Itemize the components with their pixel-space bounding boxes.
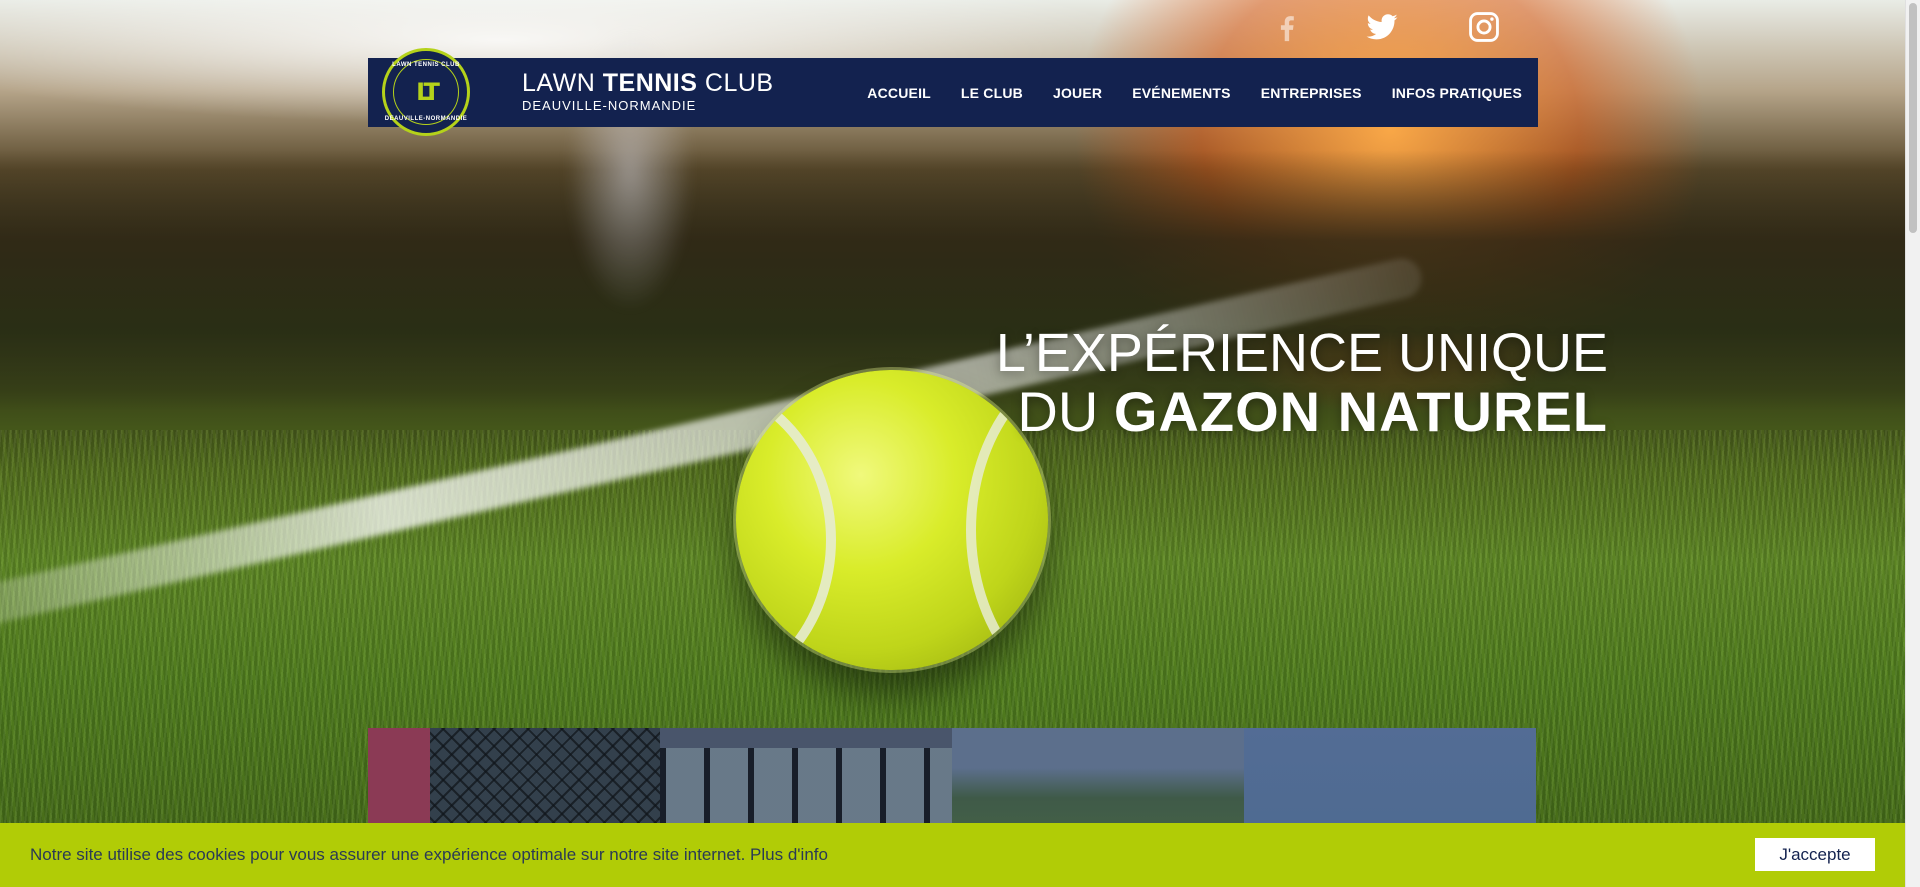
cookie-accept-button[interactable]: J'accepte xyxy=(1755,838,1875,871)
brand-bold: TENNIS xyxy=(602,69,698,97)
cookie-more-info-link[interactable]: Plus d'info xyxy=(750,845,828,864)
logo-monogram: LT xyxy=(416,78,440,106)
instagram-icon xyxy=(1469,12,1499,42)
nav-le-club[interactable]: LE CLUB xyxy=(961,85,1023,101)
headline-line-2: DU GAZON NATUREL xyxy=(996,382,1608,442)
club-logo[interactable]: LAWN TENNIS CLUB LT DEAUVILLE-NORMANDIE xyxy=(382,48,470,136)
logo-ring-top-text: LAWN TENNIS CLUB xyxy=(392,62,460,68)
cookie-message: Notre site utilise des cookies pour vous… xyxy=(30,845,828,865)
headline-line-2-thin: DU xyxy=(1017,380,1114,443)
twitter-icon xyxy=(1366,14,1398,40)
nav-accueil[interactable]: ACCUEIL xyxy=(867,85,931,101)
page-scrollbar[interactable] xyxy=(1905,0,1920,887)
nav-infos-pratiques[interactable]: INFOS PRATIQUES xyxy=(1392,85,1522,101)
brand-prefix: LAWN xyxy=(522,69,603,97)
twitter-link[interactable] xyxy=(1365,10,1405,50)
nav-evenements[interactable]: EVÉNEMENTS xyxy=(1132,85,1230,101)
instagram-link[interactable] xyxy=(1467,10,1507,50)
headline-line-1: L’EXPÉRIENCE UNIQUE xyxy=(995,323,1608,383)
cookie-banner: Notre site utilise des cookies pour vous… xyxy=(0,823,1905,887)
main-nav: ACCUEIL LE CLUB JOUER EVÉNEMENTS ENTREPR… xyxy=(867,58,1522,127)
brand-suffix: CLUB xyxy=(697,69,774,97)
facebook-link[interactable] xyxy=(1270,10,1310,50)
cookie-text: Notre site utilise des cookies pour vous… xyxy=(30,845,751,864)
logo-emblem: LAWN TENNIS CLUB LT DEAUVILLE-NORMANDIE xyxy=(385,59,467,125)
scrollbar-thumb[interactable] xyxy=(1909,3,1917,233)
facebook-icon xyxy=(1280,16,1294,42)
brand-subtitle: DEAUVILLE-NORMANDIE xyxy=(522,98,697,113)
site-header: LAWN TENNIS CLUB LT DEAUVILLE-NORMANDIE … xyxy=(368,48,1538,136)
hero-headline: L’EXPÉRIENCE UNIQUE DU GAZON NATUREL xyxy=(996,324,1608,442)
brand-name[interactable]: LAWN TENNIS CLUB DEAUVILLE-NORMANDIE xyxy=(522,70,774,113)
nav-entreprises[interactable]: ENTREPRISES xyxy=(1261,85,1362,101)
nav-jouer[interactable]: JOUER xyxy=(1053,85,1102,101)
brand-title: LAWN TENNIS CLUB xyxy=(522,70,774,96)
headline-line-2-bold: GAZON NATUREL xyxy=(1113,380,1608,443)
logo-ring-bottom-text: DEAUVILLE-NORMANDIE xyxy=(384,116,468,122)
